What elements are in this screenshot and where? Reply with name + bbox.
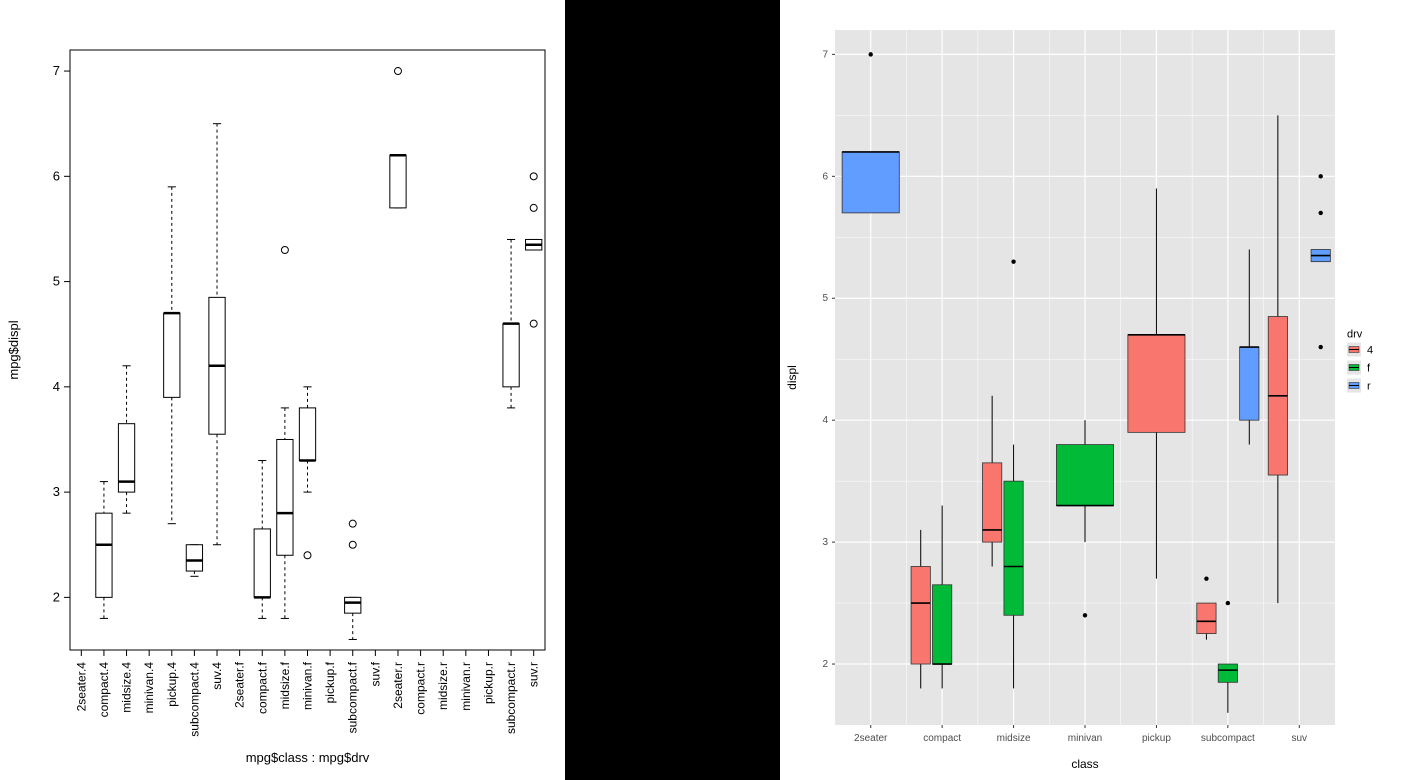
base-r-boxplot-panel: 2 3 4 5 6 7 mpg$displ 2seater.4 compact.4 midsize…: [0, 0, 565, 780]
svg-text:minivan: minivan: [1068, 733, 1102, 744]
svg-text:5: 5: [822, 293, 828, 304]
svg-text:pickup.f: pickup.f: [323, 661, 337, 703]
ggplot-boxplot-panel: 2 3 4 5 6 7 2seater compact midsize minivan pickup…: [780, 0, 1415, 780]
ggplot-boxplot: 2 3 4 5 6 7 2seater compact midsize minivan pickup…: [780, 0, 1415, 780]
svg-text:suv.4: suv.4: [210, 662, 224, 690]
svg-text:2seater.4: 2seater.4: [74, 662, 88, 712]
svg-text:mpg$class : mpg$drv: mpg$class : mpg$drv: [246, 750, 370, 765]
svg-text:minivan.f: minivan.f: [301, 661, 315, 710]
panel-separator: [755, 0, 780, 780]
svg-text:7: 7: [53, 63, 60, 78]
svg-text:subcompact.4: subcompact.4: [187, 662, 201, 737]
svg-text:7: 7: [822, 49, 828, 60]
svg-text:2: 2: [822, 659, 828, 670]
svg-text:minivan.r: minivan.r: [459, 662, 473, 711]
svg-text:3: 3: [53, 484, 60, 499]
svg-text:4: 4: [822, 415, 828, 426]
svg-text:4: 4: [53, 379, 60, 394]
svg-text:displ: displ: [785, 365, 799, 390]
base-r-boxplot: 2 3 4 5 6 7 mpg$displ 2seater.4 compact.4 midsize…: [0, 0, 565, 780]
svg-text:midsize: midsize: [997, 733, 1031, 744]
svg-text:6: 6: [822, 171, 828, 182]
svg-text:2seater.r: 2seater.r: [391, 662, 405, 709]
svg-text:r: r: [1367, 381, 1371, 393]
svg-text:compact.4: compact.4: [97, 662, 111, 718]
svg-text:4: 4: [1367, 345, 1373, 357]
svg-text:3: 3: [822, 537, 828, 548]
svg-text:midsize.4: midsize.4: [120, 662, 134, 713]
svg-text:subcompact.f: subcompact.f: [346, 661, 360, 733]
svg-text:midsize.r: midsize.r: [436, 662, 450, 710]
svg-text:class: class: [1071, 757, 1098, 771]
svg-text:2seater.f: 2seater.f: [233, 661, 247, 708]
svg-text:2seater: 2seater: [854, 733, 888, 744]
svg-text:suv: suv: [1292, 733, 1308, 744]
svg-text:6: 6: [53, 168, 60, 183]
svg-text:suv.r: suv.r: [527, 662, 541, 687]
svg-text:compact: compact: [923, 733, 961, 744]
svg-text:subcompact: subcompact: [1201, 733, 1255, 744]
svg-text:pickup.4: pickup.4: [165, 662, 179, 707]
svg-text:pickup.r: pickup.r: [481, 662, 495, 704]
svg-text:minivan.4: minivan.4: [142, 662, 156, 714]
svg-text:f: f: [1367, 363, 1371, 375]
svg-text:compact.f: compact.f: [255, 661, 269, 714]
svg-text:pickup: pickup: [1142, 733, 1171, 744]
svg-text:midsize.f: midsize.f: [278, 661, 292, 709]
svg-text:drv: drv: [1347, 329, 1363, 341]
svg-text:mpg$displ: mpg$displ: [6, 320, 21, 379]
svg-text:2: 2: [53, 589, 60, 604]
svg-text:5: 5: [53, 274, 60, 289]
svg-text:compact.r: compact.r: [414, 662, 428, 715]
svg-text:suv.f: suv.f: [368, 661, 382, 686]
svg-text:subcompact.r: subcompact.r: [504, 662, 518, 734]
